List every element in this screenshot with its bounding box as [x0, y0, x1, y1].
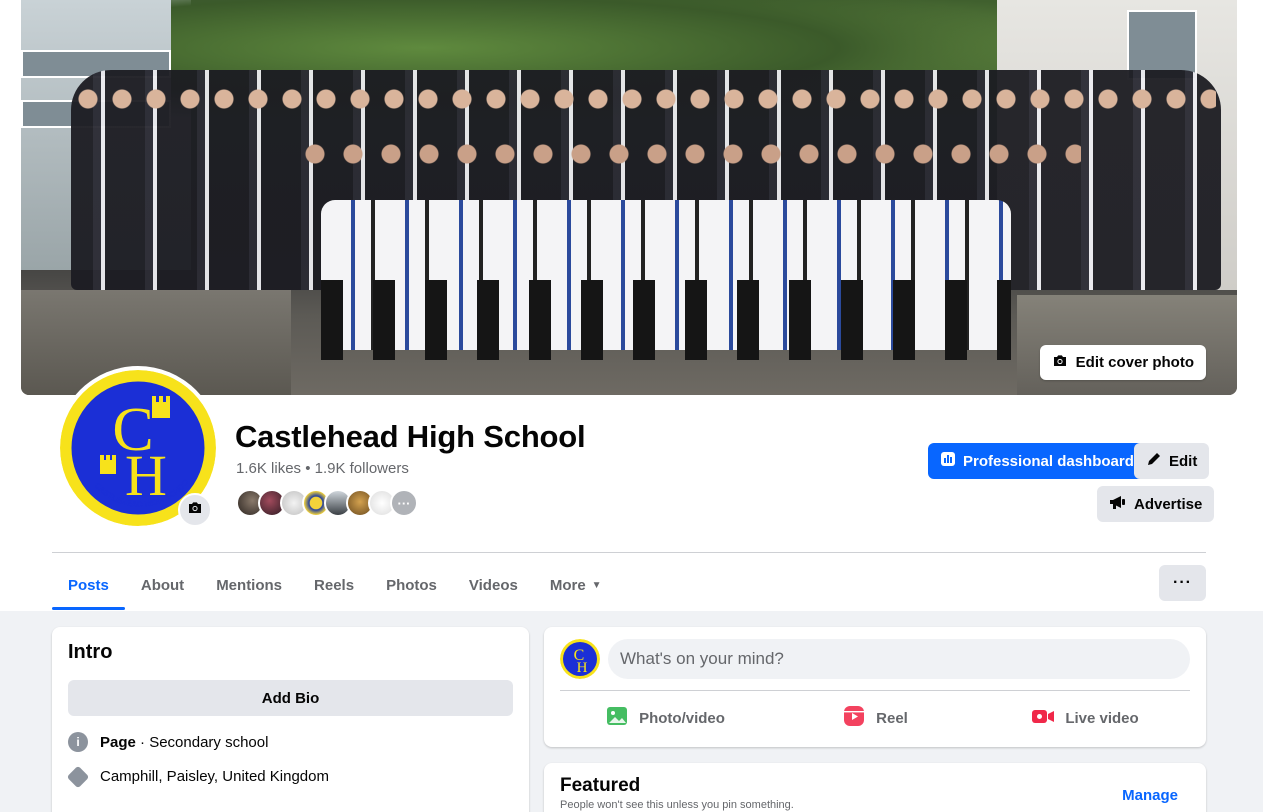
- page-title: Castlehead High School: [235, 419, 586, 454]
- caret-down-icon: ▼: [591, 579, 602, 591]
- edit-button[interactable]: Edit: [1134, 443, 1210, 479]
- featured-subtitle: People won't see this unless you pin som…: [560, 799, 794, 811]
- composer-divider: [560, 690, 1190, 691]
- photo-video-label: Photo/video: [639, 709, 725, 727]
- photo-video-button[interactable]: Photo/video: [560, 699, 770, 737]
- professional-dashboard-button[interactable]: Professional dashboard: [928, 443, 1146, 479]
- live-video-button[interactable]: Live video: [980, 699, 1190, 737]
- add-bio-button[interactable]: Add Bio: [68, 680, 513, 716]
- svg-text:H: H: [577, 660, 588, 676]
- tab-mentions[interactable]: Mentions: [200, 560, 298, 610]
- dashboard-icon: [940, 451, 956, 471]
- category-label: Page: [100, 733, 136, 751]
- live-video-icon: [1031, 704, 1055, 732]
- photo-icon: [605, 704, 629, 732]
- cover-faces-mid: [301, 140, 1081, 180]
- info-icon: i: [68, 732, 88, 752]
- category-value: · Secondary school: [135, 733, 269, 751]
- category-row: i Page · Secondary school: [68, 732, 513, 752]
- advertise-button[interactable]: Advertise: [1097, 486, 1215, 522]
- edit-cover-label: Edit cover photo: [1075, 354, 1194, 371]
- edit-label: Edit: [1169, 452, 1198, 470]
- more-options-button[interactable]: ···: [1159, 565, 1206, 601]
- update-profile-picture-button[interactable]: [178, 493, 212, 527]
- manage-featured-link[interactable]: Manage: [1122, 787, 1178, 804]
- tab-reels[interactable]: Reels: [298, 560, 370, 610]
- featured-card: Featured People won't see this unless yo…: [544, 763, 1206, 812]
- tab-photos[interactable]: Photos: [370, 560, 453, 610]
- whats-on-your-mind-input[interactable]: What's on your mind?: [608, 639, 1190, 679]
- profile-tabs: Posts About Mentions Reels Photos Videos…: [52, 560, 618, 610]
- camera-icon: [1052, 353, 1068, 373]
- cover-students-legs: [321, 280, 1011, 360]
- tab-posts[interactable]: Posts: [52, 560, 125, 610]
- tab-videos[interactable]: Videos: [453, 560, 534, 610]
- more-followers-button[interactable]: ···: [390, 489, 418, 517]
- cover-photo[interactable]: Edit cover photo: [21, 0, 1237, 395]
- pencil-icon: [1146, 451, 1162, 471]
- likes-followers-count[interactable]: 1.6K likes • 1.9K followers: [236, 460, 409, 477]
- tab-more[interactable]: More ▼: [534, 560, 618, 610]
- post-composer: CH What's on your mind? Photo/video Reel…: [544, 627, 1206, 747]
- follower-avatars[interactable]: ···: [236, 489, 418, 517]
- location-row: Camphill, Paisley, United Kingdom: [66, 765, 513, 788]
- composer-avatar[interactable]: CH: [560, 639, 600, 679]
- location-icon: [66, 765, 90, 788]
- intro-title: Intro: [68, 641, 113, 663]
- advertise-label: Advertise: [1134, 495, 1203, 513]
- location-value[interactable]: Camphill, Paisley, United Kingdom: [100, 768, 329, 785]
- tab-about[interactable]: About: [125, 560, 200, 610]
- reel-icon: [842, 704, 866, 732]
- megaphone-icon: [1109, 494, 1127, 514]
- live-video-label: Live video: [1065, 709, 1139, 727]
- edit-cover-photo-button[interactable]: Edit cover photo: [1039, 345, 1206, 380]
- dashboard-label: Professional dashboard: [963, 452, 1134, 470]
- reel-button[interactable]: Reel: [770, 699, 980, 737]
- cover-faces-back: [76, 85, 1216, 125]
- intro-card: Intro Add Bio i Page · Secondary school …: [52, 627, 529, 812]
- reel-label: Reel: [876, 709, 908, 727]
- featured-title: Featured: [560, 775, 641, 796]
- header-divider: [52, 552, 1206, 553]
- camera-icon: [187, 500, 203, 521]
